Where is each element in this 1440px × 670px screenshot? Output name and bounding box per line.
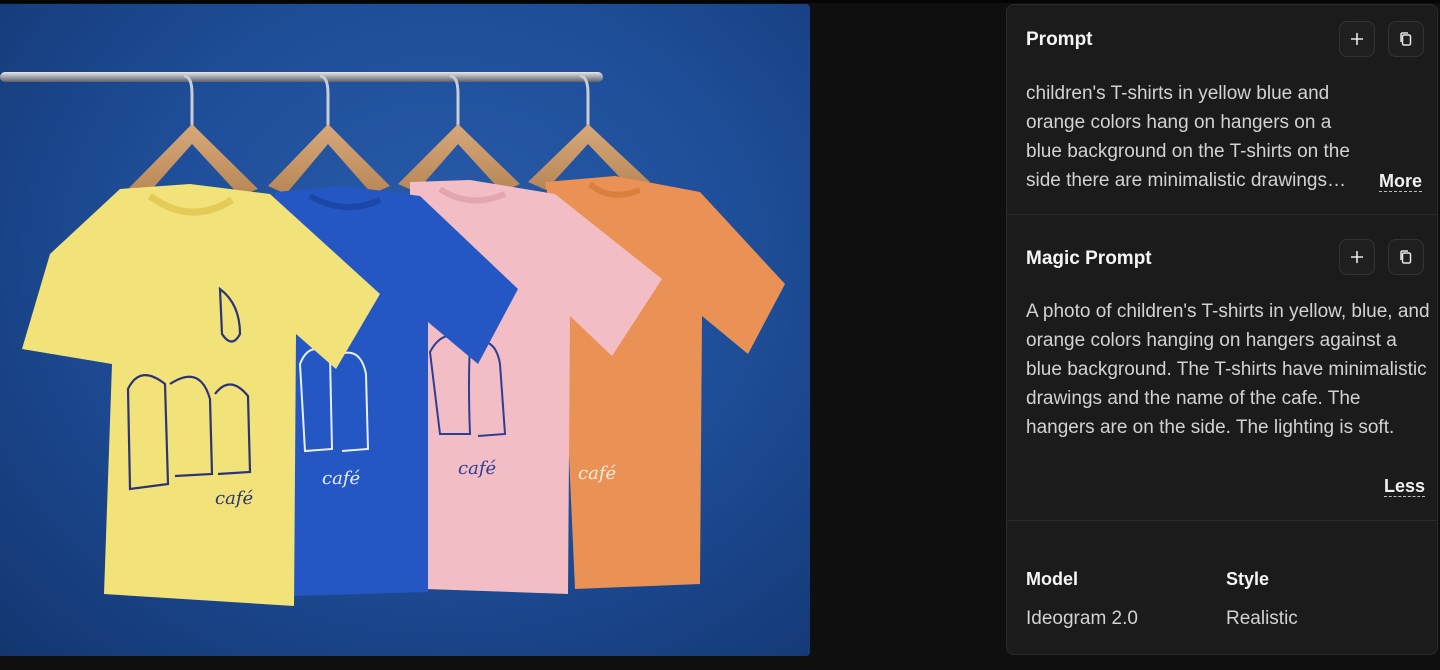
magic-prompt-section: Magic Prompt A photo of children's T-shi… <box>1007 215 1437 521</box>
clothes-rod <box>0 72 603 82</box>
top-divider <box>0 0 1440 3</box>
shirt-print-orange: café <box>578 463 616 484</box>
copy-magic-prompt-button[interactable] <box>1388 239 1424 275</box>
add-prompt-button[interactable] <box>1339 21 1375 57</box>
more-link[interactable]: More <box>1379 171 1423 192</box>
add-magic-prompt-button[interactable] <box>1339 239 1375 275</box>
less-link[interactable]: Less <box>1384 476 1426 497</box>
style-label: Style <box>1226 569 1270 589</box>
copy-icon <box>1400 250 1412 264</box>
plus-icon <box>1351 251 1363 263</box>
plus-icon <box>1351 33 1363 45</box>
prompt-title: Prompt <box>1026 29 1093 50</box>
model-label: Model <box>1026 569 1078 589</box>
shirt-print-blue: café <box>322 468 360 489</box>
shirt-print-yellow: café <box>215 488 253 509</box>
generation-meta: Model Ideogram 2.0 Style Realistic <box>1007 521 1437 654</box>
prompt-section: Prompt children's T-shirts in yellow blu… <box>1007 5 1437 215</box>
hanger-hooks <box>183 74 590 129</box>
model-value: Ideogram 2.0 <box>1026 608 1138 629</box>
magic-prompt-title: Magic Prompt <box>1026 248 1152 269</box>
style-value: Realistic <box>1226 608 1298 629</box>
generated-image[interactable]: café café café café <box>0 4 810 656</box>
shirt-print-pink: café <box>458 458 496 479</box>
copy-icon <box>1400 32 1412 46</box>
image-details-panel: Prompt children's T-shirts in yellow blu… <box>1006 4 1438 655</box>
tshirts-photo: café café café café <box>0 72 785 606</box>
magic-prompt-text: A photo of children's T-shirts in yellow… <box>1026 301 1430 438</box>
prompt-text: children's T-shirts in yellow blue and o… <box>1026 83 1350 191</box>
copy-prompt-button[interactable] <box>1388 21 1424 57</box>
